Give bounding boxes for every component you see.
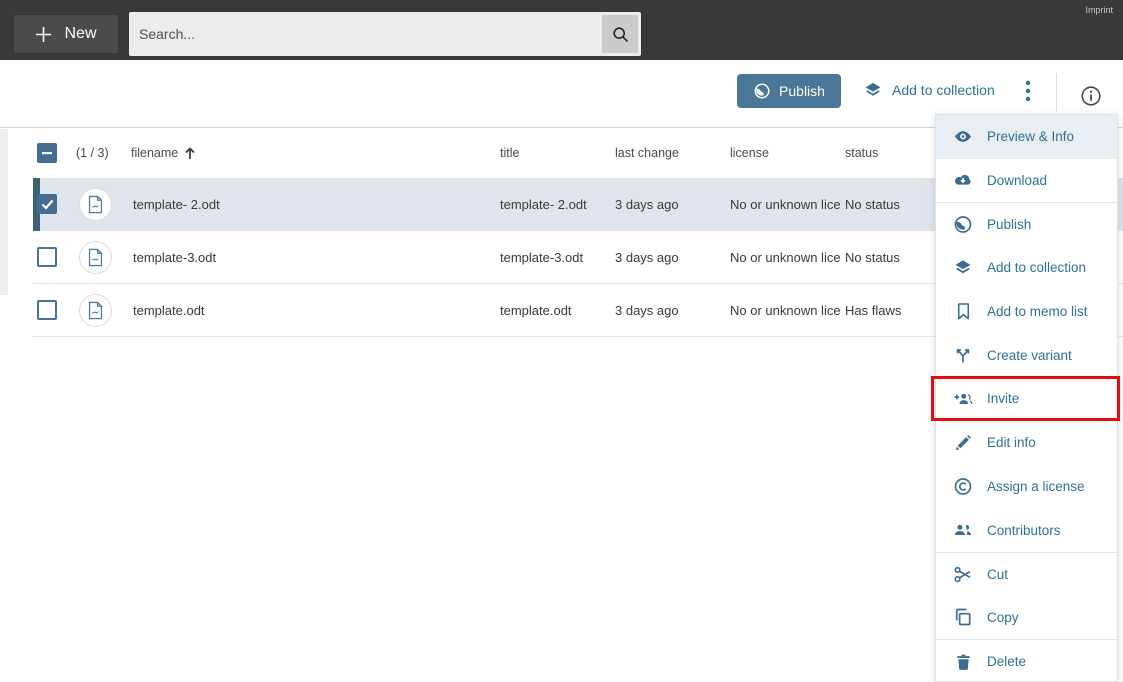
cell-filename: template.odt	[133, 303, 205, 318]
menu-item-label: Contributors	[987, 522, 1061, 538]
variant-icon	[953, 345, 973, 365]
menu-item-label: Invite	[987, 391, 1020, 407]
menu-item-preview-info[interactable]: Preview & Info	[936, 115, 1117, 159]
cell-license: No or unknown lice	[730, 303, 841, 318]
add-to-collection-label: Add to collection	[892, 82, 995, 98]
copy-icon	[953, 607, 973, 627]
new-button[interactable]: New	[14, 15, 118, 53]
menu-item-label: Add to memo list	[987, 304, 1088, 320]
search-button[interactable]	[602, 15, 638, 53]
menu-item-label: Create variant	[987, 347, 1072, 363]
document-icon	[79, 188, 112, 221]
menu-item-delete[interactable]: Delete	[936, 639, 1117, 682]
cloud-download-icon	[953, 171, 973, 191]
cell-filename: template-3.odt	[133, 250, 217, 265]
menu-item-cut[interactable]: Cut	[936, 551, 1117, 596]
document-icon	[79, 241, 112, 274]
menu-item-label: Copy	[987, 609, 1019, 625]
cell-title: template-3.odt	[500, 250, 584, 265]
menu-item-label: Download	[987, 173, 1048, 189]
cell-title: template.odt	[500, 303, 572, 318]
column-header-status[interactable]: status	[845, 146, 878, 160]
column-header-filename[interactable]: filename	[131, 146, 196, 160]
publish-button-label: Publish	[779, 83, 825, 99]
menu-item-label: Preview & Info	[987, 129, 1075, 145]
add-to-collection-button[interactable]: Add to collection	[863, 80, 995, 100]
row-checkbox[interactable]	[37, 194, 57, 214]
row-checkbox[interactable]	[37, 300, 57, 320]
info-icon	[1080, 85, 1102, 107]
menu-item-label: Add to collection	[987, 260, 1087, 276]
toolbar-divider	[1056, 73, 1057, 111]
cell-last-change: 3 days ago	[615, 197, 679, 212]
top-bar: New Imprint	[0, 0, 1123, 60]
menu-item-create-variant[interactable]: Create variant	[936, 333, 1117, 377]
kebab-menu-icon	[1025, 80, 1031, 102]
invite-person-icon	[953, 389, 973, 409]
menu-item-add-to-collection[interactable]: Add to collection	[936, 246, 1117, 290]
info-button[interactable]	[1080, 85, 1102, 107]
menu-item-assign-license[interactable]: Assign a license	[936, 465, 1117, 509]
search-box	[129, 12, 641, 56]
copyright-icon	[953, 476, 973, 496]
menu-item-publish[interactable]: Publish	[936, 202, 1117, 246]
plus-icon	[35, 26, 52, 43]
cell-filename: template- 2.odt	[133, 197, 220, 212]
menu-item-contributors[interactable]: Contributors	[936, 508, 1117, 552]
search-icon	[611, 25, 630, 44]
menu-item-label: Assign a license	[987, 478, 1085, 494]
publish-button[interactable]: Publish	[737, 74, 841, 108]
trash-icon	[953, 652, 973, 672]
cell-last-change: 3 days ago	[615, 250, 679, 265]
imprint-link[interactable]: Imprint	[1085, 5, 1113, 15]
search-input[interactable]	[129, 12, 589, 56]
eye-icon	[953, 127, 973, 147]
cell-status: No status	[845, 197, 900, 212]
globe-icon	[953, 215, 973, 235]
cell-last-change: 3 days ago	[615, 303, 679, 318]
cell-status: No status	[845, 250, 900, 265]
menu-item-label: Edit info	[987, 435, 1036, 451]
pencil-icon	[953, 433, 973, 453]
layers-icon	[863, 80, 883, 100]
new-button-label: New	[64, 25, 97, 42]
cell-license: No or unknown lice	[730, 197, 841, 212]
menu-item-invite[interactable]: Invite	[936, 377, 1117, 421]
cell-title: template- 2.odt	[500, 197, 587, 212]
context-menu: Preview & Info Download Publish Add to c…	[935, 114, 1118, 682]
row-checkbox[interactable]	[37, 247, 57, 267]
people-icon	[953, 520, 973, 540]
document-icon	[79, 294, 112, 327]
select-all-checkbox[interactable]	[37, 143, 57, 163]
menu-item-label: Delete	[987, 654, 1027, 670]
layers-icon	[953, 258, 973, 278]
bookmark-icon	[953, 302, 973, 322]
globe-icon	[753, 82, 771, 100]
cell-license: No or unknown lice	[730, 250, 841, 265]
menu-item-label: Cut	[987, 566, 1009, 582]
column-header-last-change[interactable]: last change	[615, 146, 679, 160]
menu-item-label: Publish	[987, 217, 1032, 233]
menu-item-download[interactable]: Download	[936, 159, 1117, 203]
selection-count: (1 / 3)	[76, 146, 109, 160]
column-header-license[interactable]: license	[730, 146, 769, 160]
scissors-icon	[953, 564, 973, 584]
menu-item-copy[interactable]: Copy	[936, 596, 1117, 640]
cell-status: Has flaws	[845, 303, 902, 318]
menu-item-edit-info[interactable]: Edit info	[936, 421, 1117, 465]
menu-item-add-to-memo-list[interactable]: Add to memo list	[936, 290, 1117, 334]
sort-ascending-icon	[184, 146, 196, 160]
more-actions-button[interactable]	[1014, 77, 1042, 105]
column-header-title[interactable]: title	[500, 146, 519, 160]
